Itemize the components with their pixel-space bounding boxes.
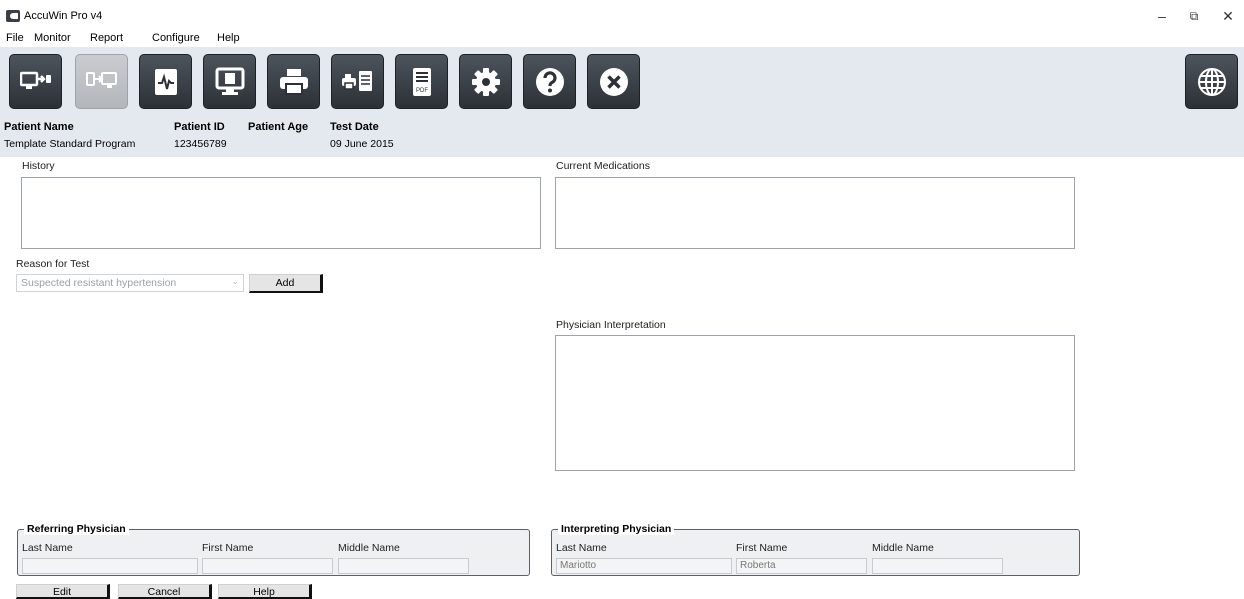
menu-file[interactable]: File (6, 32, 24, 44)
menu-configure[interactable]: Configure (152, 32, 200, 44)
current-medications-label: Current Medications (556, 160, 650, 172)
add-reason-button[interactable]: Add (249, 274, 323, 293)
referring-middle-name-field[interactable] (338, 558, 469, 574)
app-logo-icon (6, 10, 20, 22)
close-window-icon[interactable]: ✕ (1216, 6, 1240, 26)
help-button[interactable]: Help (218, 584, 312, 599)
physician-interpretation-label: Physician Interpretation (556, 319, 666, 331)
referring-first-name-field[interactable] (202, 558, 333, 574)
settings-button[interactable] (459, 54, 512, 109)
interpreting-middle-name-field[interactable] (872, 558, 1003, 574)
interpreting-middle-name-label: Middle Name (872, 542, 934, 554)
reason-for-test-value: Suspected resistant hypertension (21, 277, 177, 289)
language-button[interactable] (1185, 54, 1238, 109)
patient-id-value: 123456789 (174, 138, 227, 150)
print-report-icon (342, 71, 372, 91)
svg-text:PDF: PDF (416, 88, 428, 94)
monitor-display-button[interactable] (203, 54, 256, 109)
history-textarea[interactable] (21, 177, 541, 249)
referring-physician-title: Referring Physician (24, 523, 129, 535)
close-icon (600, 68, 628, 96)
receive-from-monitor-icon (86, 72, 117, 88)
waveform-report-button[interactable] (139, 54, 192, 109)
pdf-icon: PDF (413, 68, 431, 96)
edit-button[interactable]: Edit (16, 584, 110, 599)
menu-monitor[interactable]: Monitor (34, 32, 71, 44)
referring-last-name-label: Last Name (22, 542, 73, 554)
print-icon (280, 69, 308, 95)
menu-report[interactable]: Report (90, 32, 123, 44)
send-to-monitor-button[interactable] (9, 54, 62, 109)
app-window: AccuWin Pro v4 – ⧉ ✕ File Monitor Report… (0, 0, 1244, 599)
test-date-label: Test Date (330, 121, 379, 133)
referring-physician-group: Referring Physician Last Name First Name… (17, 523, 530, 576)
history-label: History (22, 160, 55, 172)
patient-info-bar: Patient Name Template Standard Program P… (0, 117, 1244, 157)
patient-age-label: Patient Age (248, 121, 309, 133)
help-icon (536, 68, 564, 96)
interpreting-physician-title: Interpreting Physician (558, 523, 675, 535)
print-report-button[interactable] (331, 54, 384, 109)
patient-name-label: Patient Name (4, 121, 74, 133)
minimize-icon[interactable]: – (1150, 6, 1174, 26)
cancel-button[interactable]: Cancel (118, 584, 212, 599)
pdf-export-button[interactable]: PDF (395, 54, 448, 109)
chevron-down-icon: ⌄ (231, 276, 239, 286)
reason-for-test-label: Reason for Test (16, 258, 90, 270)
interpreting-first-name-label: First Name (736, 542, 788, 554)
interpreting-first-name-field[interactable]: Roberta (736, 558, 867, 574)
patient-id-label: Patient ID (174, 121, 225, 133)
print-button[interactable] (267, 54, 320, 109)
title-bar: AccuWin Pro v4 – ⧉ ✕ (0, 0, 1244, 30)
patient-name-value: Template Standard Program (4, 138, 136, 150)
globe-icon (1198, 68, 1226, 96)
window-title: AccuWin Pro v4 (24, 10, 103, 22)
test-date-value: 09 June 2015 (330, 138, 394, 150)
gear-icon (472, 68, 500, 96)
waveform-report-icon (155, 69, 177, 95)
referring-middle-name-label: Middle Name (338, 542, 400, 554)
referring-last-name-field[interactable] (22, 558, 198, 574)
send-to-monitor-icon (20, 71, 51, 89)
interpreting-last-name-label: Last Name (556, 542, 607, 554)
interpreting-last-name-field[interactable]: Mariotto (556, 558, 732, 574)
close-toolbar-button[interactable] (587, 54, 640, 109)
referring-first-name-label: First Name (202, 542, 254, 554)
toolbar: PDF (0, 47, 1244, 117)
current-medications-textarea[interactable] (555, 177, 1075, 249)
help-toolbar-button[interactable] (523, 54, 576, 109)
receive-from-monitor-button[interactable] (75, 54, 128, 109)
monitor-display-icon (215, 67, 245, 95)
physician-interpretation-textarea[interactable] (555, 335, 1075, 471)
menu-help[interactable]: Help (217, 32, 240, 44)
reason-for-test-select[interactable]: Suspected resistant hypertension ⌄ (16, 274, 244, 292)
interpreting-physician-group: Interpreting Physician Last Name First N… (551, 523, 1080, 576)
menu-bar: File Monitor Report Configure Help (0, 30, 1244, 47)
restore-icon[interactable]: ⧉ (1182, 6, 1206, 26)
